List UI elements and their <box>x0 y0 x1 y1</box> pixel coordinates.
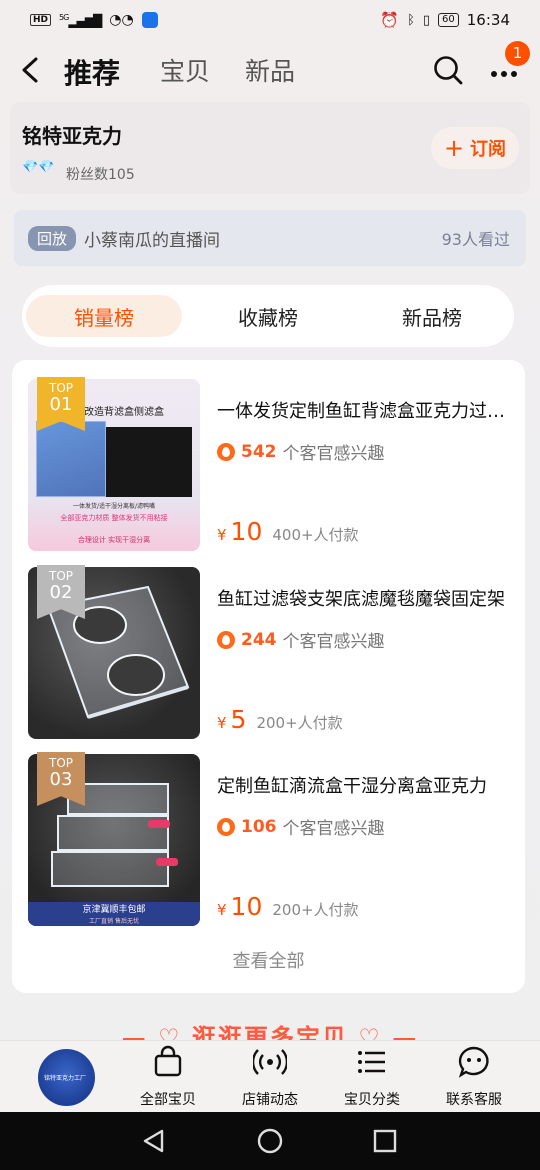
price-row: ¥ 5 200+人付款 <box>217 705 343 734</box>
rank-badge-top: TOP <box>48 381 73 395</box>
fire-icon <box>217 817 235 836</box>
price: 10 <box>230 517 263 546</box>
signal-indicator: 5G▂▄▆█ <box>59 12 102 28</box>
wechat-icon: ◔◔ <box>109 12 134 28</box>
rank-tabs: 销量榜 收藏榜 新品榜 <box>22 285 514 347</box>
replay-viewers: 93人看过 <box>441 230 510 249</box>
fans-count: 粉丝数105 <box>66 167 135 183</box>
rank-badge-top: TOP <box>48 756 73 770</box>
product-item[interactable]: 京津冀顺丰包邮 工厂直销 售后无忧 TOP 03 定制鱼缸滴流盒干湿分离盒亚克力… <box>28 752 518 926</box>
thumb-caption-3: 合理设计 实现干湿分离 <box>77 536 151 544</box>
subscribe-button[interactable]: + 订阅 <box>431 127 519 169</box>
thumb-banner-text: 京津冀顺丰包邮 <box>82 905 146 915</box>
price: 10 <box>230 892 263 921</box>
paid-count: 200+人付款 <box>272 901 359 919</box>
shop-header: 铭特亚克力 💎💎 粉丝数105 + 订阅 <box>10 102 530 194</box>
all-items-button[interactable]: 全部宝贝 <box>118 1045 218 1109</box>
price-row: ¥ 10 200+人付款 <box>217 892 359 921</box>
thumb-banner: 京津冀顺丰包邮 工厂直销 售后无忧 <box>28 902 200 926</box>
product-title[interactable]: 鱼缸过滤袋支架底滤魔毯魔袋固定架 <box>217 585 507 611</box>
system-recents-icon[interactable] <box>373 1129 397 1153</box>
live-replay-banner[interactable]: 回放 小蔡南瓜的直播间 93人看过 <box>14 210 526 266</box>
thumb-banner-sub: 工厂直销 售后无忧 <box>89 918 139 925</box>
currency-symbol: ¥ <box>217 901 227 919</box>
interest-row: 542 个客官感兴趣 <box>217 439 385 464</box>
hd-indicator: HD <box>30 14 52 26</box>
rank-badge-number: 02 <box>49 582 73 603</box>
interest-text: 个客官感兴趣 <box>282 819 385 839</box>
product-ranking-list: 改造背滤盒侧滤盒 一体发货/适干湿分离板/滤鸭嘴 全部亚克力材质 整体发货不用粘… <box>12 360 525 993</box>
plus-icon: + <box>443 134 465 162</box>
replay-title: 小蔡南瓜的直播间 <box>84 230 221 251</box>
tab-new-rank[interactable]: 新品榜 <box>354 295 510 337</box>
back-arrow-icon[interactable] <box>16 52 42 88</box>
list-icon <box>358 1051 385 1073</box>
fire-icon <box>217 630 235 649</box>
categories-button[interactable]: 宝贝分类 <box>322 1045 422 1109</box>
clock: 16:34 <box>466 11 510 29</box>
app-notification-icon <box>141 12 158 28</box>
categories-label: 宝贝分类 <box>344 1092 400 1108</box>
tab-sales-rank[interactable]: 销量榜 <box>26 295 182 337</box>
battery-indicator: 60 <box>438 13 459 27</box>
subscribe-label: 订阅 <box>470 139 507 160</box>
diamond-level-icon: 💎💎 <box>22 160 55 175</box>
paid-count: 200+人付款 <box>256 714 343 732</box>
interest-row: 106 个客官感兴趣 <box>217 814 385 839</box>
product-title[interactable]: 定制鱼缸滴流盒干湿分离盒亚克力 <box>217 772 507 798</box>
product-item[interactable]: 改造背滤盒侧滤盒 一体发货/适干湿分离板/滤鸭嘴 全部亚克力材质 整体发货不用粘… <box>28 377 518 551</box>
system-nav-bar <box>0 1112 540 1170</box>
top-nav: 推荐 宝贝 新品 <box>0 48 540 94</box>
tab-items[interactable]: 宝贝 <box>160 52 210 88</box>
paid-count: 400+人付款 <box>272 526 359 544</box>
interest-text: 个客官感兴趣 <box>282 444 385 464</box>
interest-count: 106 <box>241 816 277 837</box>
fire-icon <box>217 442 235 461</box>
thumb-header: 改造背滤盒侧滤盒 <box>84 407 164 418</box>
tab-new[interactable]: 新品 <box>245 52 295 88</box>
shop-feed-button[interactable]: 店铺动态 <box>220 1045 320 1109</box>
currency-symbol: ¥ <box>217 526 227 544</box>
tab-favorites-rank[interactable]: 收藏榜 <box>190 295 346 337</box>
search-icon[interactable] <box>432 54 464 86</box>
vibrate-icon: ▯ <box>422 12 431 28</box>
price: 5 <box>230 705 247 734</box>
interest-text: 个客官感兴趣 <box>282 632 385 652</box>
interest-row: 244 个客官感兴趣 <box>217 627 385 652</box>
interest-count: 244 <box>241 629 277 650</box>
shop-name[interactable]: 铭特亚克力 <box>22 120 122 149</box>
price-row: ¥ 10 400+人付款 <box>217 517 359 546</box>
shopping-bag-icon <box>154 1045 182 1077</box>
thumb-caption-2: 全部亚克力材质 整体发货不用粘接 <box>60 514 168 522</box>
product-title[interactable]: 一体发货定制鱼缸背滤盒亚克力过滤盒侧滤盒 <box>217 397 507 423</box>
shop-feed-label: 店铺动态 <box>242 1092 298 1108</box>
chat-face-icon <box>458 1046 489 1078</box>
rank-badge-number: 01 <box>49 394 73 415</box>
system-back-icon[interactable] <box>143 1129 164 1153</box>
tab-recommend[interactable]: 推荐 <box>64 52 120 92</box>
replay-tag: 回放 <box>28 225 77 251</box>
system-home-icon[interactable] <box>257 1128 283 1154</box>
status-bar: HD 5G▂▄▆█ ◔◔ ⏰ ᛒ ▯ 60 16:34 <box>0 0 540 40</box>
view-all-link[interactable]: 查看全部 <box>12 947 525 973</box>
rank-badge-top: TOP <box>48 569 73 583</box>
currency-symbol: ¥ <box>217 714 227 732</box>
rank-badge-number: 03 <box>49 769 73 790</box>
shop-avatar[interactable]: 铭特亚克力工厂 <box>38 1049 95 1106</box>
bottom-toolbar: 铭特亚克力工厂 全部宝贝 店铺动态 宝贝分类 联系客服 <box>0 1040 540 1112</box>
bluetooth-icon: ᛒ <box>407 12 415 28</box>
interest-count: 542 <box>241 441 277 462</box>
broadcast-icon <box>251 1049 289 1075</box>
all-items-label: 全部宝贝 <box>140 1092 196 1108</box>
product-item[interactable]: TOP 02 鱼缸过滤袋支架底滤魔毯魔袋固定架 244 个客官感兴趣 ¥ 5 2… <box>28 565 518 739</box>
alarm-icon: ⏰ <box>380 11 400 29</box>
notification-badge: 1 <box>505 41 530 66</box>
customer-service-button[interactable]: 联系客服 <box>424 1045 524 1109</box>
customer-service-label: 联系客服 <box>446 1092 502 1108</box>
avatar-text: 铭特亚克力工厂 <box>44 1075 87 1082</box>
thumb-caption-1: 一体发货/适干湿分离板/滤鸭嘴 <box>72 503 156 510</box>
